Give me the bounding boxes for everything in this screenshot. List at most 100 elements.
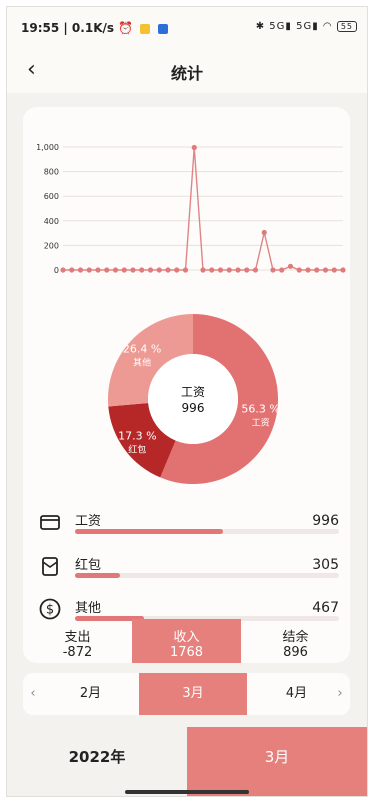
category-name: 红包 — [75, 558, 102, 573]
data-point — [191, 144, 197, 151]
summary-balance[interactable]: 结余 896 — [241, 619, 350, 663]
category-progress-fill — [75, 529, 223, 534]
summary-value: -872 — [62, 645, 93, 660]
slice-percent-label: 56.3 % — [241, 403, 279, 416]
data-point — [77, 267, 84, 273]
notification-icon — [140, 23, 151, 34]
donut-center-value: 996 — [182, 401, 205, 415]
slice-name-label: 工资 — [252, 418, 270, 429]
chevron-left-icon[interactable]: ‹ — [23, 673, 43, 715]
slice-percent-label: 17.3 % — [118, 430, 156, 443]
month-selector: ‹ 2月 3月 4月 › — [23, 673, 350, 715]
data-point — [121, 267, 127, 273]
y-tick-label: 200 — [44, 241, 59, 250]
month-picker[interactable]: 3月 — [187, 727, 367, 796]
summary-label: 收入 — [173, 630, 200, 645]
alarm-icon: ⏰ — [118, 21, 134, 35]
category-name: 其他 — [75, 601, 102, 616]
category-progress-track — [75, 573, 339, 578]
status-time-text: 19:55 | 0.1K/s — [21, 21, 115, 35]
bottom-bar: 2022年 3月 — [7, 727, 367, 796]
category-amount: 305 — [312, 557, 339, 573]
year-picker[interactable]: 2022年 — [7, 727, 187, 796]
y-tick-label: 400 — [44, 217, 59, 226]
data-point — [165, 267, 171, 273]
home-indicator — [125, 790, 249, 794]
data-point — [252, 267, 259, 273]
statistics-card: 1,000 800 600 400 200 0 56.3 % 工资 17.3 % 红包 26.4 %… — [23, 107, 350, 663]
page-title: 统计 — [170, 64, 203, 83]
series-line — [63, 147, 343, 271]
battery-icon: 55 — [336, 21, 357, 32]
y-tick-label: 800 — [44, 168, 59, 177]
summary-value: 1768 — [169, 645, 204, 660]
data-point — [244, 267, 250, 273]
data-point — [296, 267, 302, 273]
summary-value: 896 — [283, 645, 308, 660]
month-next[interactable]: 4月 — [259, 673, 334, 715]
slice-name-label: 红包 — [128, 444, 146, 456]
data-point — [331, 267, 337, 273]
svg-text:$: $ — [46, 603, 54, 618]
data-point — [200, 267, 206, 273]
slice-percent-label: 26.4 % — [123, 342, 161, 355]
data-point — [86, 267, 92, 273]
category-name: 工资 — [75, 514, 102, 529]
donut-hole — [148, 354, 238, 444]
data-point — [287, 263, 294, 269]
data-point — [139, 267, 145, 273]
data-point — [305, 267, 311, 273]
red-envelope-icon — [42, 557, 58, 576]
data-point — [112, 267, 119, 273]
month-prev[interactable]: 2月 — [53, 673, 128, 715]
donut-center-label: 工资 — [181, 385, 205, 399]
nav-header: ‹ 统计 — [7, 47, 367, 93]
data-point — [156, 267, 162, 273]
summary-label: 结余 — [282, 630, 309, 645]
battery-level: 55 — [340, 22, 353, 31]
data-point — [340, 267, 346, 273]
data-point — [235, 267, 241, 273]
data-point — [217, 267, 224, 273]
category-row-salary[interactable]: 工资 996 — [39, 511, 339, 543]
data-point — [314, 267, 320, 273]
summary-income[interactable]: 收入 1768 — [132, 619, 241, 663]
y-tick-label: 0 — [54, 266, 59, 275]
category-progress-track — [75, 529, 339, 534]
status-time: 19:55 | 0.1K/s ⏰ — [21, 21, 168, 35]
data-point — [69, 267, 75, 273]
statistics-chart: 1,000 800 600 400 200 0 56.3 % 工资 17.3 %红包 26.4 %… — [36, 143, 346, 484]
summary-row: 支出 -872 收入 1768 结余 896 — [23, 619, 350, 663]
data-point — [270, 267, 276, 273]
status-bar: 19:55 | 0.1K/s ⏰ ✱ 5G▮ 5G▮ ◠ 55 — [7, 7, 367, 47]
status-right: ✱ 5G▮ 5G▮ ◠ 55 — [256, 21, 357, 32]
category-row-red-envelope[interactable]: 红包 305 — [39, 555, 339, 587]
data-point — [279, 267, 285, 273]
summary-label: 支出 — [64, 630, 91, 645]
data-point — [95, 267, 101, 273]
chevron-right-icon[interactable]: › — [330, 673, 350, 715]
data-point — [147, 267, 154, 273]
wallet-icon — [40, 515, 60, 530]
data-point — [209, 267, 215, 273]
slice-name-label: 其他 — [133, 356, 151, 368]
signal-icon: ✱ 5G▮ 5G▮ ◠ — [255, 21, 333, 32]
data-point — [130, 267, 136, 273]
data-point — [261, 229, 267, 236]
category-amount: 467 — [312, 600, 339, 616]
data-point — [322, 267, 329, 273]
y-tick-label: 1,000 — [36, 143, 59, 152]
data-point — [226, 267, 232, 273]
data-point — [174, 267, 180, 273]
summary-expense[interactable]: 支出 -872 — [23, 619, 132, 663]
data-point — [60, 267, 66, 273]
category-progress-fill — [75, 573, 120, 578]
month-current[interactable]: 3月 — [139, 673, 247, 715]
data-point — [104, 267, 110, 273]
dollar-icon: $ — [39, 598, 61, 620]
data-point — [182, 267, 189, 273]
app-notification-icon — [157, 23, 168, 34]
y-tick-label: 600 — [44, 192, 59, 201]
app-frame: 19:55 | 0.1K/s ⏰ ✱ 5G▮ 5G▮ ◠ 55 ‹ 统计 1,0… — [6, 6, 368, 797]
category-amount: 996 — [312, 513, 339, 529]
